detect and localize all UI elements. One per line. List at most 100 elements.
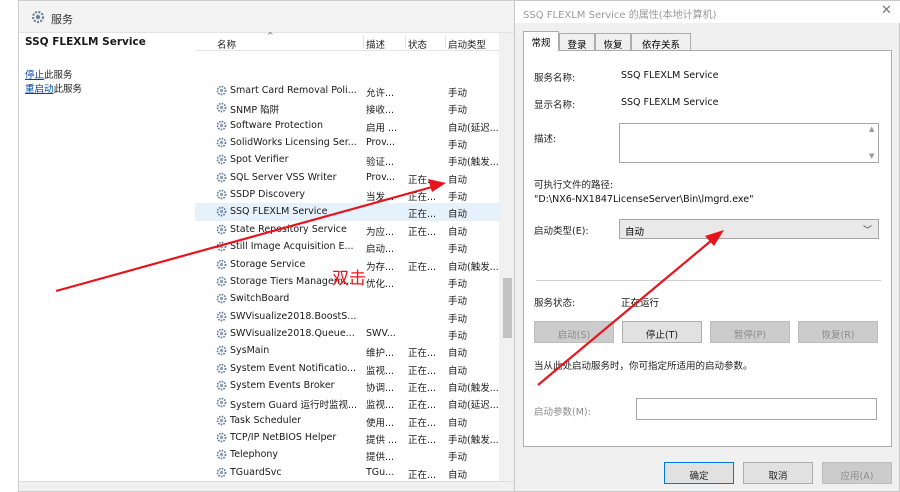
tab-general[interactable]: 常规 xyxy=(523,31,559,51)
column-name[interactable]: 名称 xyxy=(217,37,236,51)
apply-button[interactable]: 应用(A) xyxy=(822,462,892,484)
dialog-title: SSQ FLEXLM Service 的属性(本地计算机) xyxy=(523,10,717,21)
table-row[interactable]: SWVisualize2018.Queue...SWV...手动本 xyxy=(195,325,514,342)
service-startup-type: 手动 xyxy=(448,452,468,464)
gear-icon xyxy=(216,397,227,408)
gear-icon xyxy=(216,224,227,235)
tab-recovery[interactable]: 恢复 xyxy=(595,33,631,51)
service-startup-type: 自动 xyxy=(448,417,468,429)
gear-icon xyxy=(216,415,227,426)
service-startup-type: 自动 xyxy=(448,365,468,377)
description-label: 描述: xyxy=(534,134,557,145)
pause-button[interactable]: 暂停(P) xyxy=(710,321,790,343)
display-name-label: 显示名称: xyxy=(534,100,576,111)
service-status: 正在... xyxy=(408,400,437,412)
service-status: 正在... xyxy=(408,469,437,481)
stop-button[interactable]: 停止(T) xyxy=(622,321,702,343)
table-row[interactable]: Software Protection启用 ...自动(延迟...网 xyxy=(195,117,514,134)
close-icon[interactable]: ✕ xyxy=(881,3,892,18)
service-description: 验证... xyxy=(366,157,395,169)
table-row[interactable]: TGuardSvcTGu...正在...自动本 xyxy=(195,464,514,481)
service-description: 监视... xyxy=(366,365,395,377)
service-detail-pane: SSQ FLEXLM Service 停止此服务 重启动此服务 xyxy=(19,33,195,491)
service-startup-type: 自动(延迟... xyxy=(448,400,499,412)
restart-service-line: 重启动此服务 xyxy=(25,81,82,95)
description-box[interactable]: ▲ ▼ xyxy=(619,123,879,163)
gear-icon xyxy=(216,207,227,217)
service-description: 提供... xyxy=(366,452,395,464)
service-name: System Guard 运行时监视... xyxy=(230,400,357,412)
start-params-hint: 当从此处启动服务时，你可指定所适用的启动参数。 xyxy=(534,361,753,372)
start-params-input[interactable] xyxy=(636,398,877,420)
selected-service-name: SSQ FLEXLM Service xyxy=(25,36,146,48)
cancel-button[interactable]: 取消 xyxy=(743,462,813,484)
services-title: 服务 xyxy=(51,13,73,26)
scroll-down-icon[interactable]: ▼ xyxy=(869,152,874,160)
table-row[interactable]: System Event Notificatio...监视...正在...自动本 xyxy=(195,360,514,377)
table-row[interactable]: SolidWorks Licensing Ser...Prov...手动本 xyxy=(195,134,514,151)
display-name-value: SSQ FLEXLM Service xyxy=(621,97,719,108)
service-name-label: 服务名称: xyxy=(534,73,576,84)
service-startup-type: 自动(延迟... xyxy=(448,122,499,134)
table-row[interactable]: SysMain维护...正在...自动本 xyxy=(195,342,514,360)
dialog-title-bar: SSQ FLEXLM Service 的属性(本地计算机) ✕ xyxy=(515,1,900,23)
service-startup-type: 手动 xyxy=(448,192,468,204)
table-row[interactable]: State Repository Service为应...正在...自动本 xyxy=(195,221,514,238)
table-row[interactable]: System Guard 运行时监视...监视...正在...自动(延迟...本 xyxy=(195,394,514,412)
table-row[interactable]: SSDP Discovery当发...正在...手动本 xyxy=(195,186,514,204)
service-startup-type: 手动 xyxy=(448,330,468,342)
table-row[interactable]: TCP/IP NetBIOS Helper 提供 ... 正在... 手动(触发...… xyxy=(195,429,514,446)
service-description: 提供 ... xyxy=(366,435,398,446)
tab-logon[interactable]: 登录 xyxy=(559,33,595,51)
table-row[interactable]: SQL Server VSS WriterProv...正在...自动本 xyxy=(195,169,514,186)
scrollbar-thumb[interactable] xyxy=(503,278,512,338)
startup-type-value: 自动 xyxy=(625,227,645,238)
column-separator[interactable] xyxy=(405,35,406,49)
service-startup-type: 手动(触发... xyxy=(448,157,499,169)
gear-icon xyxy=(216,154,227,165)
table-row[interactable]: SWVisualize2018.BoostS...手动本 xyxy=(195,308,514,325)
table-row[interactable]: SNMP 陷阱接收...手动本 xyxy=(195,99,514,116)
start-button[interactable]: 启动(S) xyxy=(534,321,614,343)
ok-button[interactable]: 确定 xyxy=(664,462,734,484)
table-row[interactable]: Still Image Acquisition E...启动...手动本 xyxy=(195,238,514,256)
service-startup-type: 手动(触发... xyxy=(448,435,499,446)
services-title-bar: 服务 xyxy=(19,1,514,33)
table-row[interactable]: SwitchBoard手动本 xyxy=(195,290,514,307)
tab-dependencies[interactable]: 依存关系 xyxy=(631,33,691,51)
vertical-scrollbar[interactable] xyxy=(499,33,514,491)
service-startup-type: 自动 xyxy=(448,174,468,186)
stop-service-link[interactable]: 停止 xyxy=(25,70,44,81)
table-row[interactable]: System Events Broker协调...正在...自动(触发...本 xyxy=(195,377,514,394)
column-status[interactable]: 状态 xyxy=(408,37,427,51)
description-scrollbar[interactable]: ▲ ▼ xyxy=(867,124,879,162)
scroll-up-icon[interactable]: ▲ xyxy=(869,125,874,133)
service-startup-type: 自动 xyxy=(448,226,468,238)
service-name: System Events Broker xyxy=(230,379,335,391)
service-description: 启用 ... xyxy=(366,122,398,134)
service-name: Smart Card Removal Poli... xyxy=(230,85,357,96)
table-row[interactable]: Task Scheduler使用...正在...自动本 xyxy=(195,412,514,429)
table-row[interactable]: SSQ FLEXLM Service正在...自动本 xyxy=(195,203,514,221)
column-startup-type[interactable]: 启动类型 xyxy=(448,37,486,51)
stop-service-suffix: 此服务 xyxy=(44,70,73,81)
service-description: 维护... xyxy=(366,348,395,360)
service-description: 当发... xyxy=(366,192,395,204)
service-name: SwitchBoard xyxy=(230,293,290,305)
column-description[interactable]: 描述 xyxy=(366,37,385,51)
service-status: 正在... xyxy=(408,261,437,273)
horizontal-scrollbar[interactable] xyxy=(19,481,514,491)
column-separator[interactable] xyxy=(363,35,364,49)
table-row[interactable]: Spot Verifier验证...手动(触发...本 xyxy=(195,151,514,169)
column-separator[interactable] xyxy=(445,35,446,49)
table-row[interactable]: Telephony提供...手动网 xyxy=(195,446,514,464)
gear-icon xyxy=(216,102,227,113)
table-row[interactable]: Smart Card Removal Poli...允许...手动本 xyxy=(195,82,514,99)
resume-button[interactable]: 恢复(R) xyxy=(798,321,878,343)
restart-service-link[interactable]: 重启动 xyxy=(25,84,54,95)
startup-type-select[interactable]: 自动 ﹀ xyxy=(619,219,879,239)
service-startup-type: 手动 xyxy=(448,244,468,256)
service-status-label: 服务状态: xyxy=(534,298,576,309)
service-status: 正在... xyxy=(408,174,437,186)
service-startup-type: 自动(触发... xyxy=(448,261,499,273)
